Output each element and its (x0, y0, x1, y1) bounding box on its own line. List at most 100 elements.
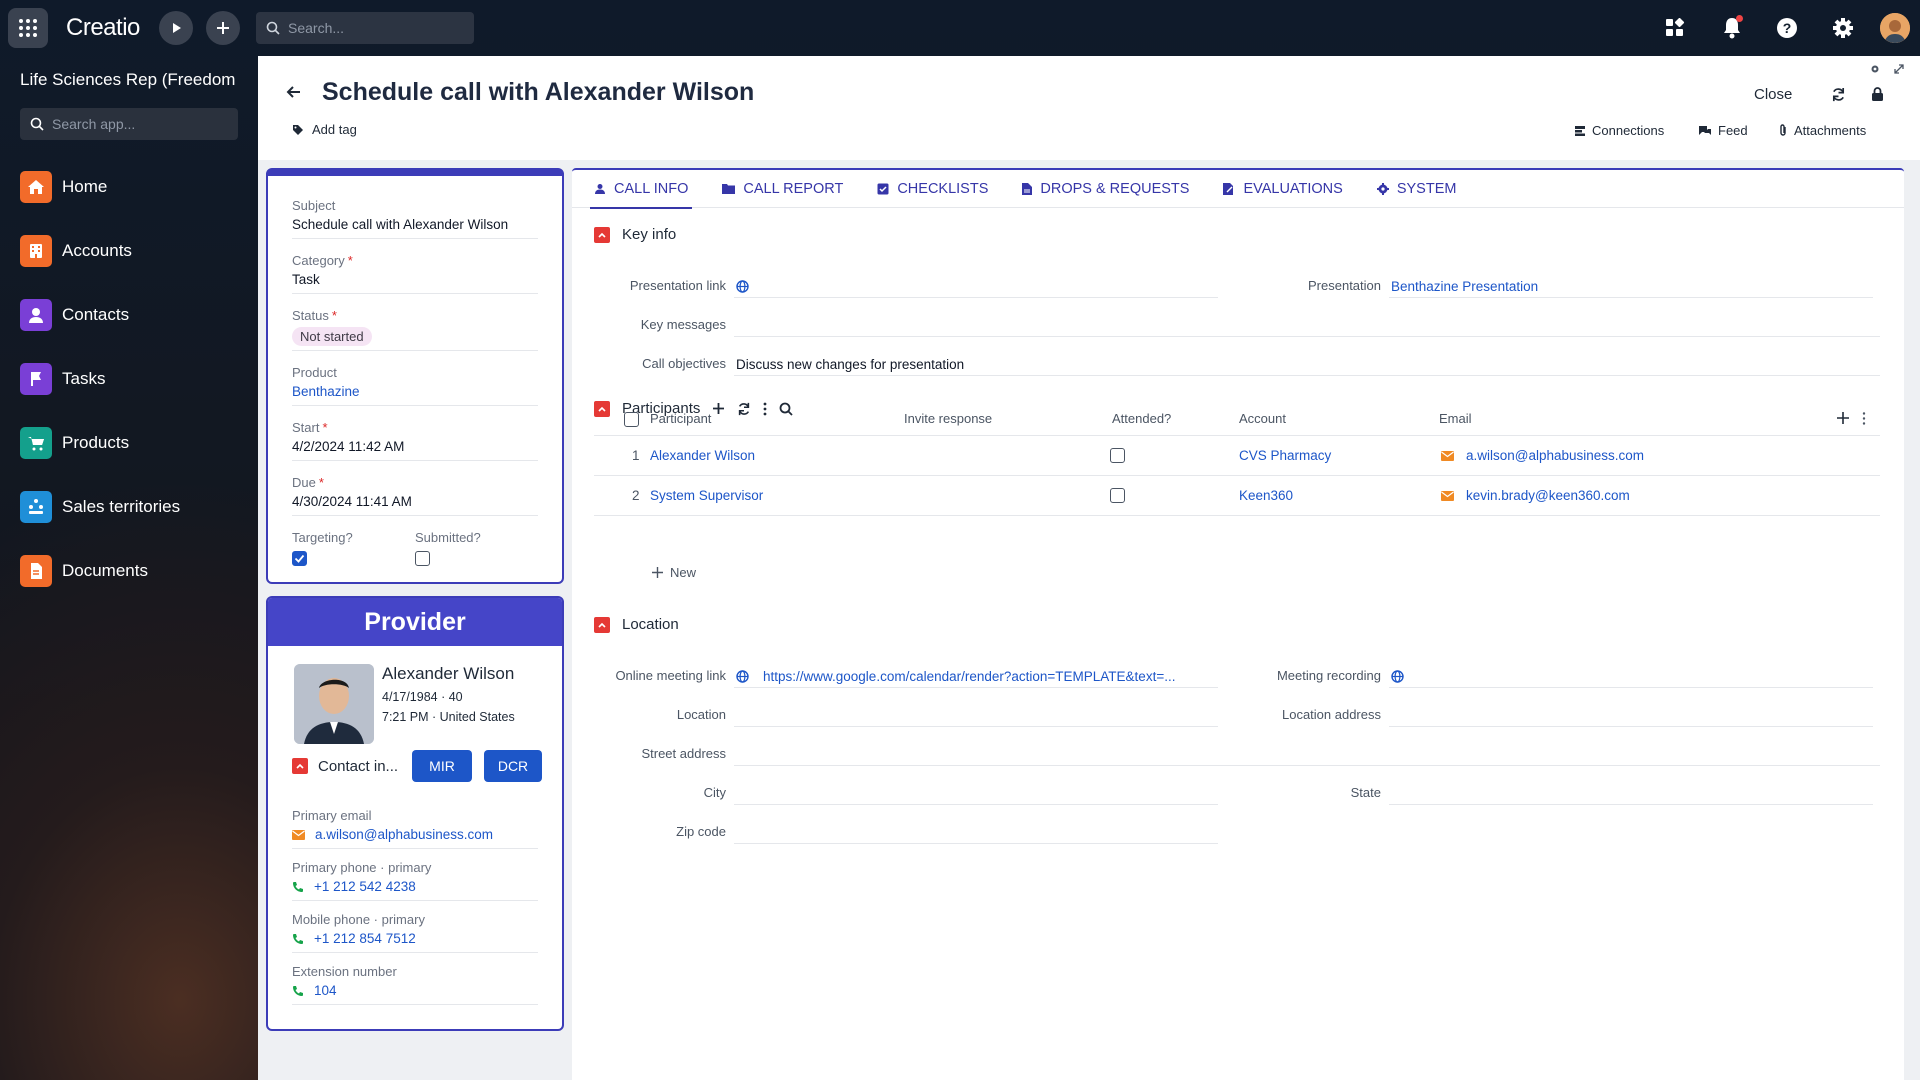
sidebar-item-home[interactable]: Home (20, 171, 180, 203)
extension-link[interactable]: 104 (314, 983, 337, 998)
mobile-phone-link[interactable]: +1 212 854 7512 (314, 931, 416, 946)
attended-checkbox[interactable] (1110, 488, 1125, 503)
sidebar-nav: Home Accounts Contacts Tasks Products Sa… (20, 171, 180, 619)
call-objectives-field[interactable]: Call objectives Discuss new changes for … (572, 354, 1880, 376)
collapse-icon[interactable] (292, 758, 308, 774)
select-all-checkbox[interactable] (624, 412, 639, 427)
top-bar: Creatio Search... ? (0, 0, 1920, 56)
sidebar-item-documents[interactable]: Documents (20, 555, 180, 587)
email-link[interactable]: a.wilson@alphabusiness.com (1466, 448, 1644, 463)
key-info-section-header[interactable]: Key info (594, 226, 676, 243)
street-address-field[interactable]: Street address (572, 744, 1880, 766)
email-link[interactable]: kevin.brady@keen360.com (1466, 488, 1630, 503)
mir-button[interactable]: MIR (412, 750, 472, 782)
participant-link[interactable]: Alexander Wilson (650, 448, 755, 463)
zip-code-field[interactable]: Zip code (572, 822, 1218, 844)
app-search-input[interactable]: Search app... (20, 108, 238, 140)
attended-checkbox[interactable] (1110, 448, 1125, 463)
refresh-icon[interactable] (1831, 87, 1846, 102)
app-grid-icon[interactable] (8, 8, 48, 48)
dcr-button[interactable]: DCR (484, 750, 542, 782)
mobile-phone-field: Mobile phone · primary +1 212 854 7512 (292, 912, 538, 953)
subject-field[interactable]: Subject Schedule call with Alexander Wil… (292, 198, 538, 239)
contact-info-row: Contact in... MIR DCR (292, 750, 542, 782)
left-column: Subject Schedule call with Alexander Wil… (266, 168, 564, 1031)
new-participant-button[interactable]: New (652, 565, 696, 580)
participant-link[interactable]: System Supervisor (650, 488, 763, 503)
creatio-logo[interactable]: Creatio (66, 14, 140, 42)
product-link[interactable]: Benthazine (292, 384, 538, 399)
svg-text:?: ? (1783, 20, 1792, 36)
connections-button[interactable]: Connections (1574, 123, 1664, 138)
online-meeting-link[interactable]: https://www.google.com/calendar/render?a… (763, 669, 1175, 684)
submitted-checkbox[interactable] (415, 551, 430, 566)
presentation-link-field[interactable]: Presentation link (572, 276, 1218, 298)
presentation-field[interactable]: Presentation Benthazine Presentation (1227, 276, 1873, 298)
status-field[interactable]: Status * Not started (292, 308, 538, 351)
sidebar-item-contacts[interactable]: Contacts (20, 299, 180, 331)
meeting-recording-field[interactable]: Meeting recording (1227, 666, 1873, 688)
tab-drops-requests[interactable]: DROPS & REQUESTS (1022, 170, 1189, 208)
due-field[interactable]: Due * 4/30/2024 11:41 AM (292, 475, 538, 516)
location-address-field[interactable]: Location address (1227, 705, 1873, 727)
provider-card: Provider Alexander Wilson 4/17/1984 · 40… (266, 596, 564, 1031)
account-link[interactable]: Keen360 (1239, 488, 1293, 503)
add-column-icon[interactable] (1837, 412, 1849, 424)
add-tag-button[interactable]: Add tag (292, 122, 357, 137)
help-icon[interactable]: ? (1774, 15, 1800, 41)
attachments-button[interactable]: Attachments (1778, 123, 1866, 138)
online-meeting-link-field[interactable]: Online meeting link https://www.google.c… (572, 666, 1218, 688)
tab-panel: CALL INFO CALL REPORT CHECKLISTS DROPS &… (572, 168, 1904, 1080)
product-field[interactable]: Product Benthazine (292, 365, 538, 406)
tab-call-report[interactable]: CALL REPORT (722, 170, 843, 208)
global-search-input[interactable]: Search... (256, 12, 474, 44)
category-field[interactable]: Category * Task (292, 253, 538, 294)
collapse-icon[interactable] (594, 226, 610, 243)
table-row[interactable]: 1 Alexander Wilson CVS Pharmacy a.wilson… (594, 436, 1880, 476)
notifications-bell-icon[interactable] (1719, 15, 1745, 41)
key-messages-field[interactable]: Key messages (572, 315, 1880, 337)
collapse-icon[interactable] (594, 616, 610, 633)
provider-name[interactable]: Alexander Wilson (382, 664, 514, 684)
table-row[interactable]: 2 System Supervisor Keen360 kevin.brady@… (594, 476, 1880, 516)
sidebar-item-accounts[interactable]: Accounts (20, 235, 180, 267)
primary-phone-link[interactable]: +1 212 542 4238 (314, 879, 416, 894)
notification-dot (1736, 15, 1743, 22)
account-link[interactable]: CVS Pharmacy (1239, 448, 1331, 463)
territory-icon (20, 491, 52, 523)
tab-evaluations[interactable]: EVALUATIONS (1223, 170, 1343, 208)
location-section-header[interactable]: Location (594, 616, 679, 633)
tab-checklists[interactable]: CHECKLISTS (877, 170, 988, 208)
run-process-button[interactable] (159, 11, 193, 45)
sidebar-item-sales-territories[interactable]: Sales territories (20, 491, 180, 523)
small-gear-icon[interactable] (1870, 64, 1880, 74)
state-field[interactable]: State (1227, 783, 1873, 805)
primary-email-link[interactable]: a.wilson@alphabusiness.com (315, 827, 493, 842)
start-field[interactable]: Start * 4/2/2024 11:42 AM (292, 420, 538, 461)
globe-icon (736, 280, 749, 293)
city-field[interactable]: City (572, 783, 1218, 805)
feed-button[interactable]: Feed (1698, 123, 1748, 138)
presentation-link[interactable]: Benthazine Presentation (1389, 276, 1873, 298)
tab-system[interactable]: SYSTEM (1376, 170, 1456, 208)
apps-icon[interactable] (1662, 15, 1688, 41)
home-icon (20, 171, 52, 203)
location-field[interactable]: Location (572, 705, 1218, 727)
sidebar-item-tasks[interactable]: Tasks (20, 363, 180, 395)
lock-icon[interactable] (1871, 87, 1884, 102)
user-avatar[interactable] (1880, 13, 1910, 43)
workspace-title[interactable]: Life Sciences Rep (Freedom (20, 70, 238, 90)
more-vertical-icon[interactable] (1862, 412, 1866, 425)
close-button[interactable]: Close (1754, 86, 1792, 103)
tab-call-info[interactable]: CALL INFO (589, 170, 693, 209)
checklist-icon (877, 183, 889, 194)
add-button[interactable] (206, 11, 240, 45)
expand-icon[interactable] (1894, 64, 1904, 74)
call-info-icon (595, 183, 605, 194)
back-arrow-icon[interactable] (286, 84, 302, 100)
targeting-checkbox[interactable] (292, 551, 307, 566)
settings-gear-icon[interactable] (1830, 15, 1856, 41)
page-title: Schedule call with Alexander Wilson (322, 78, 755, 106)
main-panel: Schedule call with Alexander Wilson Add … (258, 56, 1920, 1080)
sidebar-item-products[interactable]: Products (20, 427, 180, 459)
